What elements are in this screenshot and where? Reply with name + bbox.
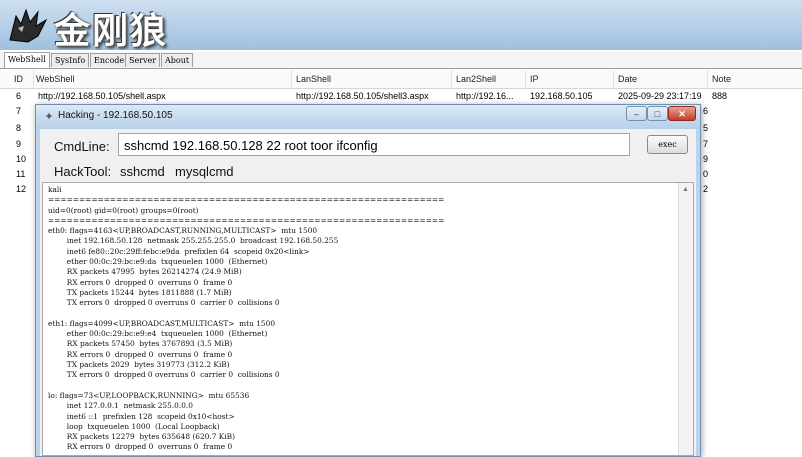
wolf-app-icon: ✦ xyxy=(44,111,54,123)
exec-button[interactable]: exec xyxy=(647,135,688,154)
tool-mysqlcmd[interactable]: mysqlcmd xyxy=(175,164,234,179)
column-header-note[interactable]: Note xyxy=(708,70,802,88)
row-id: 10 xyxy=(16,154,27,164)
cmdline-label: CmdLine: xyxy=(54,139,110,154)
scroll-up-arrow-icon[interactable]: ▲ xyxy=(682,186,689,193)
row-id: 7 xyxy=(16,106,22,116)
row-lan2shell: http://192.16... xyxy=(456,91,514,101)
row-id: 11 xyxy=(16,169,26,179)
row-webshell: http://192.168.50.105/shell.aspx xyxy=(38,91,166,101)
table-row[interactable]: 6 http://192.168.50.105/shell.aspx http:… xyxy=(0,89,802,104)
dialog-title: Hacking - 192.168.50.105 xyxy=(58,110,173,121)
tab-webshell[interactable]: WebShell xyxy=(4,52,50,68)
minimize-button[interactable]: – xyxy=(626,106,647,121)
hacking-dialog: ✦ Hacking - 192.168.50.105 – □ ✕ CmdLine… xyxy=(35,104,701,457)
row-id: 9 xyxy=(16,139,22,149)
window-controls: – □ ✕ xyxy=(626,106,696,122)
tab-encode[interactable]: Encode xyxy=(90,53,129,67)
tab-bar: WebShell SysInfo Encode Server About xyxy=(0,52,802,69)
row-id: 12 xyxy=(16,184,27,194)
column-header-ip[interactable]: IP xyxy=(526,70,614,88)
tool-sshcmd[interactable]: sshcmd xyxy=(120,164,165,179)
app-logo-text: 金刚狼 xyxy=(54,10,169,50)
table-header: ID WebShell LanShell Lan2Shell IP Date N… xyxy=(0,70,802,89)
column-header-webshell[interactable]: WebShell xyxy=(32,70,292,88)
maximize-button[interactable]: □ xyxy=(647,106,668,121)
row-date: 2025-09-29 23:17:19 xyxy=(618,91,702,101)
cmdline-input[interactable]: sshcmd 192.168.50.128 22 root toor ifcon… xyxy=(118,133,630,156)
tab-about[interactable]: About xyxy=(161,53,194,67)
row-id: 8 xyxy=(16,123,22,133)
hacktool-label: HackTool: xyxy=(54,164,112,179)
console-output-text: kali ===================================… xyxy=(48,185,445,452)
tab-sysinfo[interactable]: SysInfo xyxy=(51,53,90,67)
row-ip: 192.168.50.105 xyxy=(530,91,593,101)
row-note: 888 xyxy=(712,91,728,101)
console-scrollbar[interactable]: ▲ xyxy=(678,183,693,455)
output-console[interactable]: kali ===================================… xyxy=(42,182,694,456)
wolf-logo-icon xyxy=(9,8,48,43)
column-header-lanshell[interactable]: LanShell xyxy=(292,70,452,88)
column-header-id[interactable]: ID xyxy=(10,70,34,88)
row-lanshell: http://192.168.50.105/shell3.aspx xyxy=(296,91,429,101)
row-id: 6 xyxy=(16,91,22,101)
close-button[interactable]: ✕ xyxy=(668,106,696,121)
column-header-lan2shell[interactable]: Lan2Shell xyxy=(452,70,526,88)
column-header-date[interactable]: Date xyxy=(614,70,708,88)
dialog-titlebar[interactable]: ✦ Hacking - 192.168.50.105 – □ ✕ xyxy=(36,105,700,129)
app-banner: 金刚狼 xyxy=(0,0,802,50)
dialog-body: CmdLine: sshcmd 192.168.50.128 22 root t… xyxy=(40,129,696,456)
tab-server[interactable]: Server xyxy=(125,53,161,67)
